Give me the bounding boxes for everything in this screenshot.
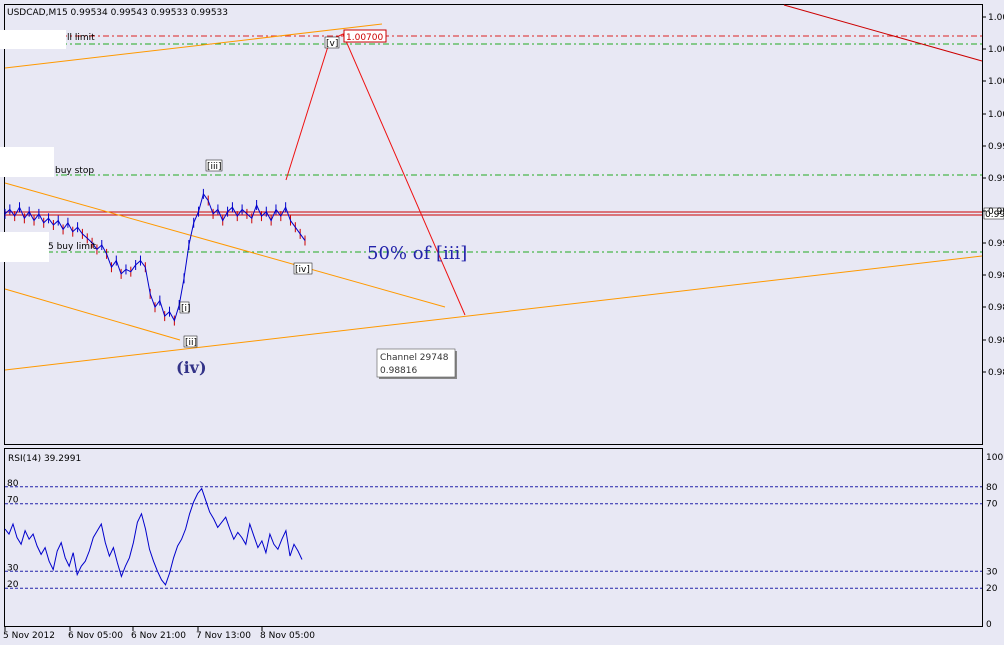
chart-canvas: USDCAD,M15 0.99534 0.99543 0.99533 0.995… [0,4,1004,641]
time-axis-label: 6 Nov 21:00 [131,631,186,641]
rsi-title: RSI(14) 39.2991 [8,454,81,464]
price-axis-label: 1.00 [988,110,1004,120]
rsi-axis-label: 30 [986,567,998,577]
price-axis: 1.00 1.00 1.00 1.00 0.99 0.99 0.99 0.99 0.98 0.98… [982,13,1004,378]
price-axis-label: 0.99 [988,142,1004,152]
price-axis-label: 0.99 [988,207,1004,217]
tooltip-line2: 0.98816 [380,366,417,376]
price-tag: 1.00700 [346,33,383,43]
buy-stop-label: buy stop [55,166,94,176]
time-axis-label: 5 Nov 2012 [3,631,55,641]
price-axis-label: 1.00 [988,13,1004,23]
rsi-level-label: 70 [7,496,19,506]
rsi-axis-label: 70 [986,500,998,510]
rsi-level-label: 30 [7,563,19,573]
buy-limit-label: 5 buy limit [48,242,96,252]
price-axis-label: 0.98 [988,271,1004,281]
wave-iii-label: [iii] [207,162,222,172]
label-box-buystop [0,147,54,177]
time-axis-label: 8 Nov 05:00 [260,631,315,641]
rsi-axis-label: 100 [986,453,1003,463]
time-axis: 5 Nov 2012 6 Nov 05:00 6 Nov 21:00 7 Nov 13… [3,627,315,641]
rsi-level-label: 80 [7,479,19,489]
rsi-axis-label: 0 [986,620,992,630]
rsi-axis-label: 80 [986,483,998,493]
price-axis-label: 0.99 [988,174,1004,184]
wave-ii-label: [ii] [185,338,197,348]
wave-iv-label: (iv) [176,358,207,377]
label-box-buylimit [0,232,49,262]
rsi-axis-label: 20 [986,584,998,594]
rsi-panel-frame [4,448,983,627]
wave-i-label: [i] [181,304,191,314]
time-axis-label: 7 Nov 13:00 [196,631,251,641]
rsi-level-label: 20 [7,580,19,590]
tooltip-line1: Channel 29748 [380,353,449,363]
price-axis-label: 1.00 [988,77,1004,87]
price-axis-label: 1.00 [988,45,1004,55]
wave-iv-small-label: [iv] [295,265,310,275]
sell-limit-label: ll limit [67,33,95,43]
symbol-header: USDCAD,M15 0.99534 0.99543 0.99533 0.995… [7,8,228,18]
price-axis-label: 0.98 [988,368,1004,378]
label-box-sell [0,30,66,49]
wave-v-label: [v] [326,39,338,49]
fifty-percent-annotation: 50% of [iii] [367,243,467,264]
time-axis-label: 6 Nov 05:00 [68,631,123,641]
price-axis-label: 0.98 [988,303,1004,313]
price-axis-label: 0.99 [988,239,1004,249]
price-axis-label: 0.98 [988,336,1004,346]
